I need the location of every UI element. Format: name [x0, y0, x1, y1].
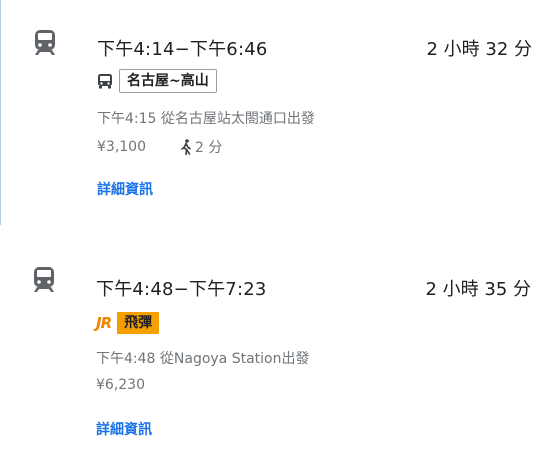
- duration: 2 小時 32 分: [426, 39, 532, 60]
- details-link[interactable]: 詳細資訊: [97, 179, 153, 199]
- transit-line: 名古屋~高山: [97, 69, 217, 93]
- walk-icon: [181, 139, 191, 155]
- departure-info: 下午4:15 從名古屋站太閤通口出發: [97, 111, 315, 127]
- train-icon: [35, 30, 55, 55]
- walk-time: 2 分: [195, 140, 223, 156]
- walk-info: 2 分: [180, 137, 222, 157]
- transit-line: JR 飛彈: [96, 312, 160, 334]
- route-option-2[interactable]: 下午4:48−下午7:23 2 小時 35 分 JR 飛彈 下午4:48 從Na…: [0, 240, 559, 460]
- time-range: 下午4:14−下午6:46: [97, 39, 268, 60]
- trip-meta: ¥3,100 2 分: [97, 137, 222, 157]
- bus-icon: [98, 74, 112, 89]
- jr-logo: JR: [96, 314, 112, 332]
- train-icon: [34, 267, 54, 292]
- fare: ¥6,230: [96, 377, 145, 393]
- line-name-chip: 名古屋~高山: [119, 69, 217, 93]
- fare: ¥3,100: [97, 139, 146, 155]
- separator: [0, 225, 559, 240]
- trip-meta: ¥6,230: [96, 377, 145, 393]
- duration: 2 小時 35 分: [425, 279, 531, 300]
- route-option-1[interactable]: 下午4:14−下午6:46 2 小時 32 分 名古屋~高山 下午4:15 從名…: [0, 0, 559, 225]
- departure-info: 下午4:48 從Nagoya Station出發: [96, 351, 310, 367]
- time-range: 下午4:48−下午7:23: [96, 279, 267, 300]
- line-name-chip: 飛彈: [117, 312, 160, 334]
- details-link[interactable]: 詳細資訊: [96, 419, 152, 439]
